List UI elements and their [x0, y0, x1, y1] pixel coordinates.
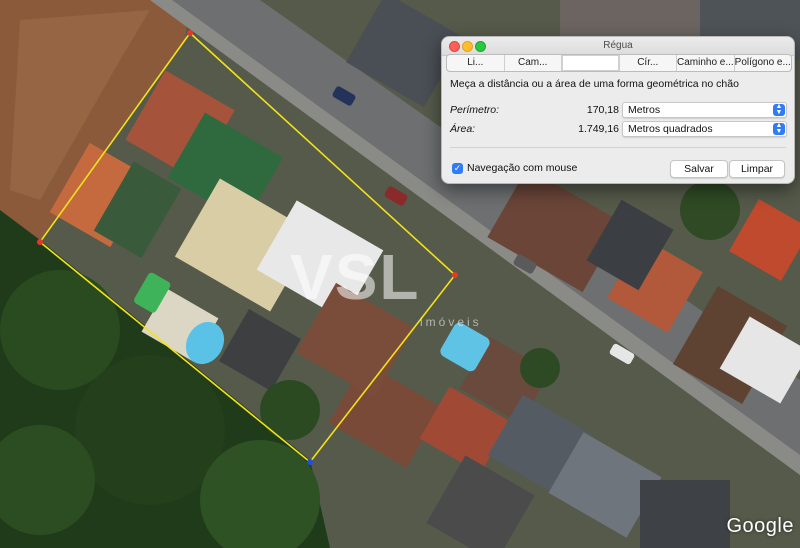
instruction-text: Meça a distância ou a área de uma forma … [450, 78, 739, 90]
tab-circle[interactable]: Cír... [620, 55, 677, 71]
vertex-marker [307, 459, 313, 465]
tab-line[interactable]: Li... [447, 55, 505, 71]
vertex-marker [37, 239, 43, 245]
area-unit-value: Metros quadrados [628, 123, 713, 135]
save-button[interactable]: Salvar [670, 160, 728, 178]
window-title: Régua [603, 40, 633, 51]
vertex-marker [452, 272, 458, 278]
clear-button[interactable]: Limpar [729, 160, 785, 178]
watermark-logo: VSL [290, 241, 421, 313]
google-attribution: Google [726, 515, 794, 537]
mouse-navigation-checkbox[interactable]: ✓ [452, 163, 463, 174]
area-label: Área: [450, 123, 476, 135]
chevron-updown-icon: ▲ ▼ [773, 103, 785, 116]
perimeter-label: Perímetro: [450, 104, 500, 116]
tab-3d-path[interactable]: Caminho e... [677, 55, 735, 71]
perimeter-unit-value: Metros [628, 104, 661, 116]
tab-3d-polygon[interactable]: Polígono e... [735, 55, 792, 71]
perimeter-unit-select[interactable]: Metros ▲ ▼ [622, 102, 787, 118]
divider [450, 147, 786, 148]
ruler-window: Régua Li... Cam... Cír... Caminho e... P… [441, 36, 795, 184]
area-value: 1.749,16 [578, 123, 619, 135]
chevron-updown-icon: ▲ ▼ [773, 122, 785, 135]
mouse-navigation-label[interactable]: Navegação com mouse [467, 162, 577, 174]
vertex-marker [187, 30, 193, 36]
tab-polygon[interactable] [562, 55, 620, 71]
watermark-subtitle: imóveis [420, 315, 482, 329]
perimeter-value: 170,18 [586, 104, 619, 116]
measure-mode-tabs: Li... Cam... Cír... Caminho e... Polígon… [446, 54, 792, 72]
tab-path[interactable]: Cam... [505, 55, 562, 71]
area-unit-select[interactable]: Metros quadrados ▲ ▼ [622, 121, 787, 137]
